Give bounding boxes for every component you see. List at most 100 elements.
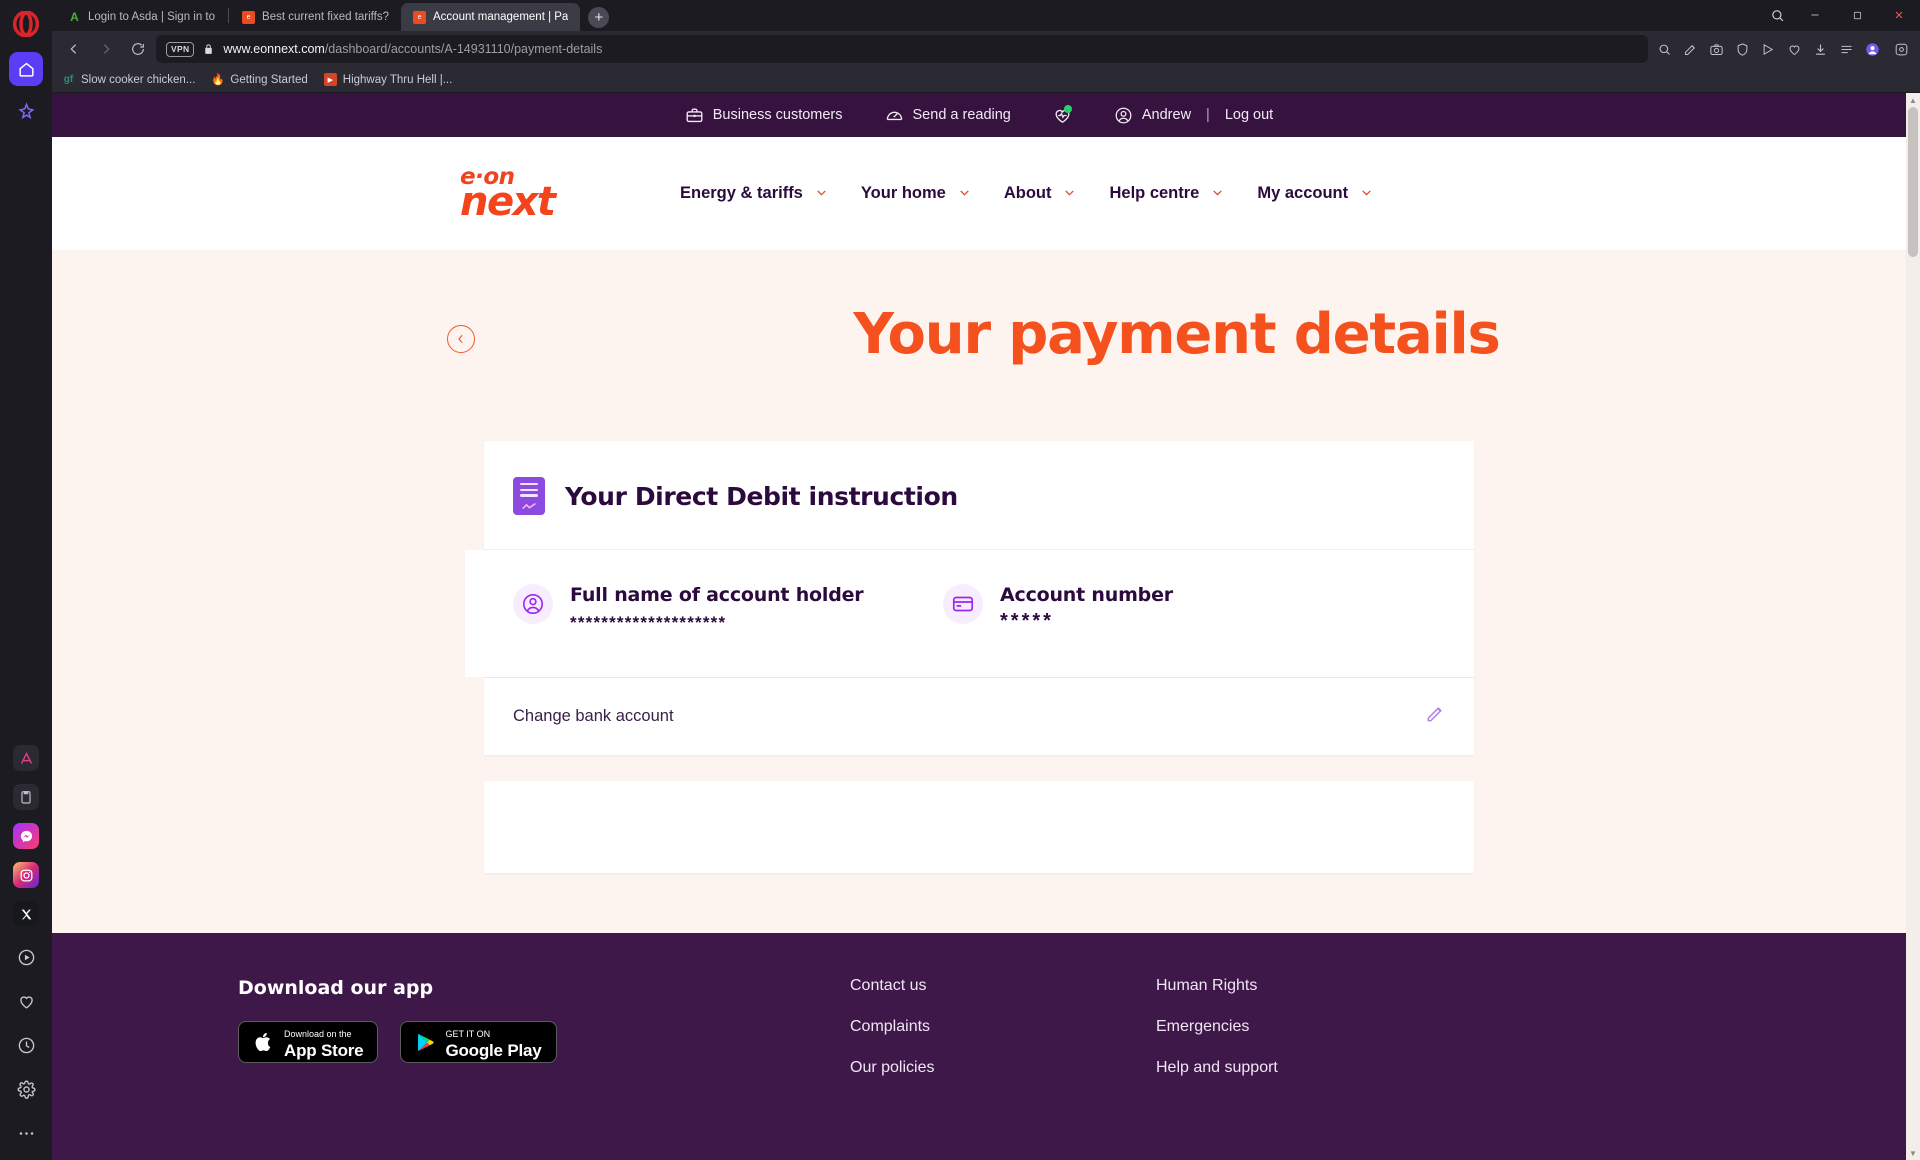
send-a-reading-link[interactable]: Send a reading xyxy=(885,106,1011,125)
app-store-small-label: Download on the xyxy=(284,1028,352,1039)
change-bank-account-row[interactable]: Change bank account xyxy=(484,677,1474,755)
aria-ai-icon[interactable] xyxy=(13,745,39,771)
user-name-label: Andrew xyxy=(1141,107,1192,123)
settings-gear-icon[interactable] xyxy=(9,1072,43,1106)
forward-button[interactable] xyxy=(92,35,120,63)
footer-link-contact-us[interactable]: Contact us xyxy=(850,977,1156,995)
chevron-down-icon xyxy=(957,185,972,203)
favorites-heart-icon[interactable] xyxy=(9,984,43,1018)
bookmark-label: Highway Thru Hell |... xyxy=(342,73,453,86)
bookmark-item[interactable]: gf Slow cooker chicken... xyxy=(62,73,196,86)
bookmark-label: Getting Started xyxy=(230,73,308,86)
change-bank-account-label: Change bank account xyxy=(513,707,674,725)
opera-logo-icon[interactable] xyxy=(12,10,40,38)
more-ellipsis-icon[interactable] xyxy=(9,1116,43,1150)
scroll-down-arrow[interactable]: ▼ xyxy=(1906,1146,1920,1160)
card-fields: Full name of account holder ************… xyxy=(465,549,1474,677)
google-play-small-label: GET IT ON xyxy=(445,1028,491,1039)
google-docs-icon: gf xyxy=(63,74,74,85)
bookmark-item[interactable]: 🔥 Getting Started xyxy=(211,73,308,87)
chevron-down-icon xyxy=(1062,185,1077,203)
browser-tab-active[interactable]: e Account management | Pa xyxy=(401,3,581,31)
reload-button[interactable] xyxy=(124,35,152,63)
firefox-icon: 🔥 xyxy=(211,74,225,86)
tab-search-icon[interactable] xyxy=(1760,1,1794,29)
tab-strip: A Login to Asda | Sign in to e Best curr… xyxy=(52,0,1920,31)
app-store-badge[interactable]: Download on the App Store xyxy=(238,1021,379,1063)
nav-item-help-centre[interactable]: Help centre xyxy=(1109,184,1225,203)
instagram-icon[interactable] xyxy=(13,862,39,888)
nav-label: My account xyxy=(1257,184,1349,202)
nav-label: Your home xyxy=(860,184,946,202)
footer-app-column: Download our app Download on the App Sto… xyxy=(238,977,850,1100)
close-window-button[interactable] xyxy=(1878,1,1920,29)
shield-adblock-icon[interactable] xyxy=(1730,36,1754,62)
business-customers-link[interactable]: Business customers xyxy=(685,106,843,125)
maximize-button[interactable] xyxy=(1836,1,1878,29)
meter-gauge-icon xyxy=(885,106,904,125)
opera-browser-window: A Login to Asda | Sign in to e Best curr… xyxy=(0,0,1920,1160)
profile-avatar-icon[interactable] xyxy=(1860,36,1884,62)
new-tab-button[interactable]: + xyxy=(588,7,610,28)
url-input[interactable]: VPN www.eonnext.com/dashboard/accounts/A… xyxy=(156,35,1648,63)
footer-links-column-1: Contact us Complaints Our policies xyxy=(850,977,1156,1100)
player-button[interactable] xyxy=(9,940,43,974)
menu-lines-icon[interactable] xyxy=(1834,36,1858,62)
pinboards-button[interactable] xyxy=(9,94,43,128)
google-play-icon xyxy=(415,1032,436,1053)
nav-item-your-home[interactable]: Your home xyxy=(861,184,972,203)
url-path: /dashboard/accounts/A-14931110/payment-d… xyxy=(324,42,603,56)
scrollbar-thumb[interactable] xyxy=(1908,107,1918,257)
back-button[interactable] xyxy=(60,35,88,63)
window-controls xyxy=(1760,1,1920,31)
edit-note-icon[interactable] xyxy=(1678,36,1702,62)
browser-tab[interactable]: A Login to Asda | Sign in to xyxy=(56,3,227,31)
tab-title: Best current fixed tariffs? xyxy=(262,11,390,23)
field-account-number: Account number ***** xyxy=(943,584,1173,633)
add-favorite-heart-icon[interactable] xyxy=(1782,36,1806,62)
home-button[interactable] xyxy=(9,52,43,86)
media-play-icon[interactable] xyxy=(1756,36,1780,62)
vpn-badge[interactable]: VPN xyxy=(166,41,195,57)
eon-next-logo[interactable]: e·on next xyxy=(460,165,570,222)
url-domain: www.eonnext.com xyxy=(223,42,325,56)
apple-logo-icon xyxy=(253,1031,275,1053)
eon-next-icon: e xyxy=(413,10,427,24)
padlock-icon xyxy=(202,43,215,56)
minimize-button[interactable] xyxy=(1794,1,1836,29)
nav-item-about[interactable]: About xyxy=(1004,184,1078,203)
nav-item-my-account[interactable]: My account xyxy=(1257,184,1374,203)
tab-title: Account management | Pa xyxy=(433,11,569,23)
footer-link-help-and-support[interactable]: Help and support xyxy=(1156,1059,1462,1077)
messenger-icon[interactable] xyxy=(13,823,39,849)
logout-link[interactable]: Log out xyxy=(1225,107,1273,123)
page-scrollbar[interactable]: ▲ ▼ xyxy=(1906,93,1920,1160)
heartbeat-icon[interactable] xyxy=(1053,104,1072,125)
browser-tab[interactable]: e Best current fixed tariffs? xyxy=(230,3,401,31)
footer-link-complaints[interactable]: Complaints xyxy=(850,1018,1156,1036)
card-header: Your Direct Debit instruction xyxy=(484,441,1474,549)
nav-label: Energy & tariffs xyxy=(680,184,803,202)
pencil-edit-icon[interactable] xyxy=(1425,704,1445,729)
downloads-icon[interactable] xyxy=(1808,36,1832,62)
footer-link-human-rights[interactable]: Human Rights xyxy=(1156,977,1462,995)
tab-title: Login to Asda | Sign in to xyxy=(88,11,216,23)
x-twitter-icon[interactable] xyxy=(13,901,39,927)
nav-item-energy-tariffs[interactable]: Energy & tariffs xyxy=(680,184,829,203)
search-page-icon[interactable] xyxy=(1652,36,1676,62)
footer-link-our-policies[interactable]: Our policies xyxy=(850,1059,1156,1077)
scroll-up-arrow[interactable]: ▲ xyxy=(1906,93,1920,107)
field-account-holder: Full name of account holder ************… xyxy=(513,584,943,633)
extensions-icon[interactable] xyxy=(1888,36,1914,62)
account-menu[interactable]: Andrew | Log out xyxy=(1114,106,1273,125)
history-clock-icon[interactable] xyxy=(9,1028,43,1062)
field-value: ******************** xyxy=(570,613,727,632)
credit-card-icon xyxy=(943,584,983,624)
footer-link-emergencies[interactable]: Emergencies xyxy=(1156,1018,1462,1036)
bookmark-item[interactable]: ▶ Highway Thru Hell |... xyxy=(323,73,453,86)
notification-dot xyxy=(1063,104,1072,113)
clipboard-icon[interactable] xyxy=(13,784,39,810)
google-play-badge[interactable]: GET IT ON Google Play xyxy=(400,1021,557,1063)
address-bar-row: VPN www.eonnext.com/dashboard/accounts/A… xyxy=(52,31,1920,67)
snapshot-camera-icon[interactable] xyxy=(1704,36,1728,62)
